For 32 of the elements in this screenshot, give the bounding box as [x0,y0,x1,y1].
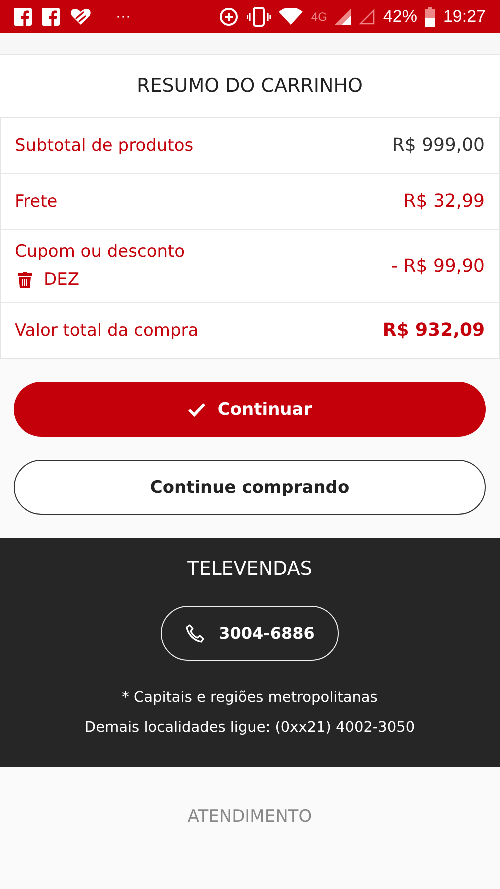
row-label: Frete [15,192,58,212]
signal-icon [335,8,352,24]
row-value: - R$ 99,90 [390,256,485,276]
phone-button[interactable]: 3004-6886 [161,606,339,661]
continue-shopping-button[interactable]: Continue comprando [14,460,486,515]
facebook-icon [42,8,60,26]
facebook-icon [14,8,32,26]
phone-icon [185,624,206,644]
row-label: Subtotal de produtos [15,136,194,156]
info-text: * Capitais e regiões metropolitanas [122,689,378,708]
signal-icon [359,8,376,24]
wifi-icon [279,8,304,26]
row-label: Valor total da compra [15,320,199,340]
panel-title: TELEVENDAS [188,558,312,580]
section-title: RESUMO DO CARRINHO [0,55,500,117]
vibrate-icon [247,6,272,26]
plus-circle-icon [219,6,240,26]
row-label: Cupom ou desconto [15,242,186,262]
row-value: R$ 932,09 [382,320,485,341]
info-text: Demais localidades ligue: (0xx21) 4002-3050 [84,719,416,738]
battery-level: 42% [383,6,418,26]
overflow-indicator: ··· [116,8,131,25]
clock: 19:27 [443,6,486,26]
network-type: 4G [311,10,328,24]
trash-icon[interactable] [18,272,32,288]
row-value: R$ 32,99 [404,191,485,212]
row-value: R$ 999,00 [392,135,485,156]
check-icon [188,402,206,416]
heart-icon [70,6,92,26]
continue-button[interactable]: Continuar [14,382,486,437]
battery-icon [425,6,436,26]
coupon-code: DEZ [44,270,80,290]
